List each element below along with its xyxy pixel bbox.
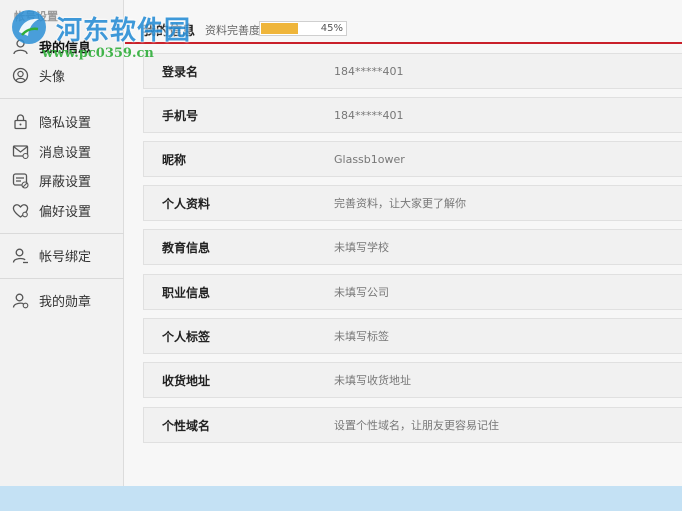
sidebar-item-block[interactable]: 屏蔽设置 xyxy=(12,167,120,193)
sidebar-item-label: 帐号绑定 xyxy=(39,249,92,265)
row-value: 设置个性域名，让朋友更容易记住 xyxy=(334,419,499,432)
sidebar-item-my-info[interactable]: 我的信息 xyxy=(12,33,120,59)
sidebar-divider xyxy=(0,278,124,279)
completion-percent: 45% xyxy=(320,23,343,34)
row-value: 184*****401 xyxy=(334,108,404,122)
row-value: 未填写学校 xyxy=(334,241,389,254)
sidebar-header: 帐号设置 xyxy=(14,10,58,23)
info-row-nickname[interactable]: 昵称 Glassb1ower xyxy=(143,141,682,177)
sidebar-item-label: 我的勋章 xyxy=(39,294,92,310)
sidebar-item-account-binding[interactable]: 帐号绑定 xyxy=(12,242,120,268)
row-label: 登录名 xyxy=(162,64,199,79)
row-label: 个人资料 xyxy=(162,196,211,211)
bind-user-icon xyxy=(12,247,29,264)
info-row-login-name[interactable]: 登录名 184*****401 xyxy=(143,53,682,89)
sidebar-item-medals[interactable]: 我的勋章 xyxy=(12,287,120,313)
info-row-address[interactable]: 收货地址 未填写收货地址 xyxy=(143,362,682,398)
info-row-domain[interactable]: 个性域名 设置个性域名，让朋友更容易记住 xyxy=(143,407,682,443)
row-label: 职业信息 xyxy=(162,285,211,300)
completion-progress-fill xyxy=(261,23,298,34)
sidebar-item-label: 消息设置 xyxy=(39,145,92,161)
info-row-phone[interactable]: 手机号 184*****401 xyxy=(143,97,682,133)
sidebar-item-label: 头像 xyxy=(39,69,66,85)
sidebar-divider xyxy=(0,233,124,234)
info-row-education[interactable]: 教育信息 未填写学校 xyxy=(143,229,682,265)
block-icon xyxy=(12,172,29,189)
lock-icon xyxy=(12,113,29,130)
sidebar-item-avatar[interactable]: 头像 xyxy=(12,62,120,88)
row-label: 教育信息 xyxy=(162,240,211,255)
sidebar-divider xyxy=(0,98,124,99)
heart-icon xyxy=(12,202,29,219)
row-value: Glassb1ower xyxy=(334,152,405,166)
row-label: 个人标签 xyxy=(162,329,211,344)
row-value: 未填写收货地址 xyxy=(334,374,411,387)
info-row-career[interactable]: 职业信息 未填写公司 xyxy=(143,274,682,310)
sidebar-item-label: 我的信息 xyxy=(39,40,92,56)
row-value: 未填写标签 xyxy=(334,330,389,343)
row-label: 个性域名 xyxy=(162,418,211,433)
row-value: 184*****401 xyxy=(334,64,404,78)
completion-progress-bar: 45% xyxy=(259,21,347,36)
sidebar: 帐号设置 我的信息 头像 隐私设置 消息设置 屏蔽设置 偏好设置 帐号绑定 我的… xyxy=(0,0,124,486)
sidebar-item-privacy[interactable]: 隐私设置 xyxy=(12,108,120,134)
header-bar: 我的信息 资料完善度 45% xyxy=(125,0,682,44)
sidebar-item-preference[interactable]: 偏好设置 xyxy=(12,197,120,223)
bottom-strip xyxy=(0,486,682,511)
row-label: 收货地址 xyxy=(162,373,211,388)
page-title: 我的信息 xyxy=(143,24,196,39)
info-row-tags[interactable]: 个人标签 未填写标签 xyxy=(143,318,682,354)
row-value: 未填写公司 xyxy=(334,286,389,299)
sidebar-item-label: 隐私设置 xyxy=(39,115,92,131)
sidebar-item-label: 偏好设置 xyxy=(39,204,92,220)
sidebar-item-label: 屏蔽设置 xyxy=(39,174,92,190)
row-label: 昵称 xyxy=(162,152,187,167)
completion-label: 资料完善度 xyxy=(205,24,260,37)
medal-user-icon xyxy=(12,292,29,309)
avatar-icon xyxy=(12,67,29,84)
user-info-icon xyxy=(12,38,29,55)
row-label: 手机号 xyxy=(162,108,199,123)
sidebar-item-message[interactable]: 消息设置 xyxy=(12,138,120,164)
info-row-profile[interactable]: 个人资料 完善资料，让大家更了解你 xyxy=(143,185,682,221)
row-value: 完善资料，让大家更了解你 xyxy=(334,197,466,210)
message-icon xyxy=(12,143,29,160)
